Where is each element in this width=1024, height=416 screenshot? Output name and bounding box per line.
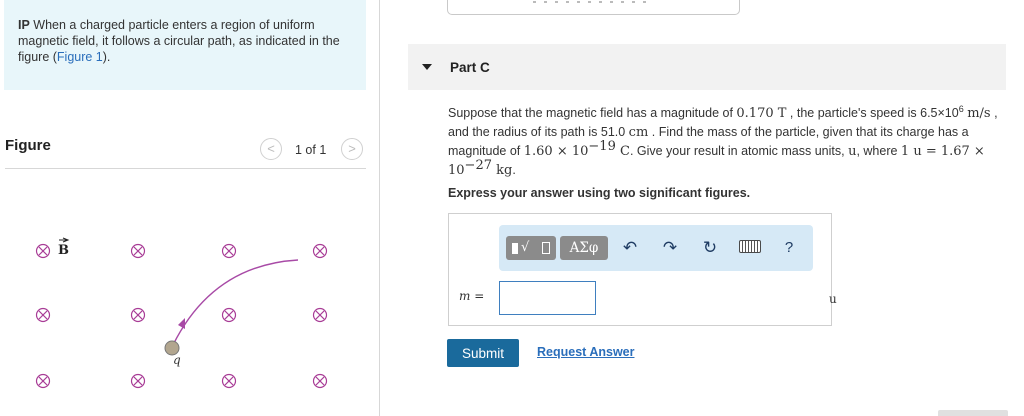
keyboard-icon[interactable] [739, 240, 761, 253]
figure-heading: Figure [5, 137, 51, 154]
field-into-page-icon [312, 307, 328, 323]
undo-icon[interactable]: ↶ [618, 237, 642, 259]
field-into-page-icon [312, 243, 328, 259]
speed-unit: m/s [967, 106, 991, 121]
greek-symbols-button[interactable]: ΑΣφ [560, 236, 608, 260]
answer-instruction: Express your answer using two significan… [448, 186, 751, 200]
help-button[interactable]: ? [777, 237, 801, 259]
magnetic-field-figure: B q [35, 237, 328, 389]
field-into-page-icon [130, 373, 146, 389]
field-into-page-icon [221, 307, 237, 323]
column-divider [379, 0, 380, 416]
particle-label: q [173, 353, 181, 367]
submit-button[interactable]: Submit [447, 339, 519, 367]
velocity-arrow [178, 318, 185, 329]
next-button-stub[interactable] [938, 410, 1008, 416]
figure-divider [5, 168, 366, 169]
field-value: 0.170 T [736, 106, 787, 121]
intro-text: IP When a charged particle enters a regi… [4, 0, 366, 90]
field-label: B [58, 243, 69, 258]
field-into-page-icon [35, 373, 51, 389]
pager-prev-button[interactable]: < [260, 138, 282, 160]
field-into-page-icon [221, 243, 237, 259]
figure-link[interactable]: Figure 1 [57, 50, 103, 64]
field-into-page-icon [35, 243, 51, 259]
charge-value: 1.60 × 10 [523, 144, 589, 159]
pager-text: 1 of 1 [295, 143, 327, 157]
problem-statement: Suppose that the magnetic field has a ma… [448, 103, 998, 178]
field-x-symbols [35, 243, 328, 389]
unit-label: u [829, 292, 837, 306]
intro-suffix: ). [102, 50, 111, 64]
redo-icon[interactable]: ↷ [658, 237, 682, 259]
field-into-page-icon [35, 307, 51, 323]
variable-label: m = [459, 289, 485, 303]
field-into-page-icon [130, 307, 146, 323]
reset-icon[interactable]: ↻ [698, 237, 722, 259]
request-answer-link[interactable]: Request Answer [537, 345, 634, 359]
pager-next-button[interactable]: > [341, 138, 363, 160]
answer-input[interactable] [499, 281, 596, 315]
field-into-page-icon [130, 243, 146, 259]
circular-path-arc [172, 259, 299, 346]
intro-prefix: IP [18, 18, 30, 32]
collapse-caret-icon[interactable] [422, 64, 432, 70]
part-header[interactable]: Part C [408, 44, 1006, 90]
math-toolbar: √ ΑΣφ ↶ ↷ ↻ ? [499, 225, 813, 271]
previous-part-stub [447, 0, 740, 15]
answer-panel: √ ΑΣφ ↶ ↷ ↻ ? m = u [448, 213, 837, 326]
field-into-page-icon [221, 373, 237, 389]
field-into-page-icon [312, 373, 328, 389]
templates-button[interactable]: √ [506, 236, 556, 260]
part-title: Part C [450, 60, 490, 75]
